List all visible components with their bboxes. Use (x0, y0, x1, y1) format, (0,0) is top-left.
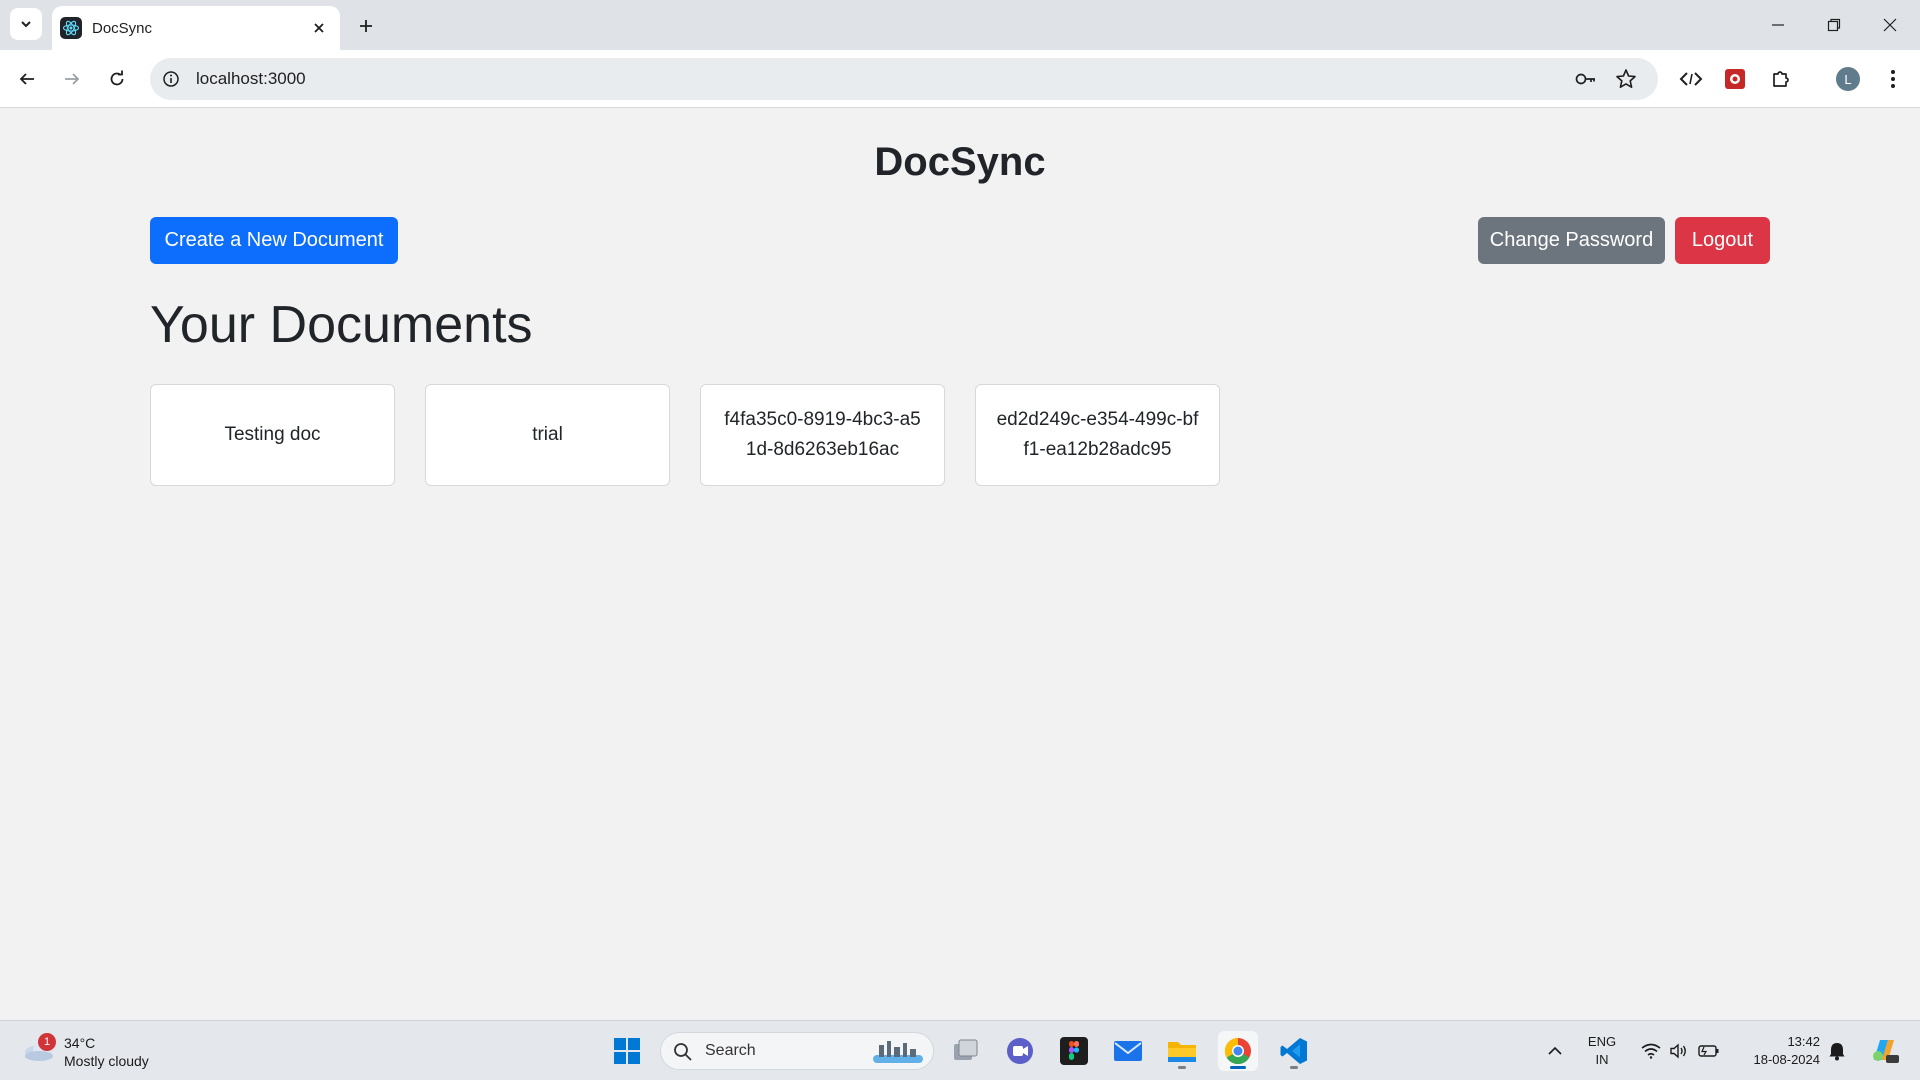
mail-button[interactable] (1108, 1031, 1148, 1071)
task-view-button[interactable] (946, 1031, 986, 1071)
chrome-icon (1224, 1037, 1251, 1065)
weather-badge: 1 (38, 1033, 56, 1051)
restore-icon (1827, 18, 1841, 32)
task-view-icon (954, 1039, 978, 1060)
url-text: localhost:3000 (196, 69, 306, 88)
restore-button[interactable] (1806, 0, 1862, 50)
profile-avatar[interactable]: L (1833, 64, 1863, 94)
logout-button[interactable]: Logout (1675, 217, 1770, 264)
figma-icon (1060, 1037, 1088, 1065)
chevron-down-icon (21, 21, 31, 28)
language-indicator[interactable]: ENG IN (1580, 1033, 1624, 1069)
browser-tab[interactable]: DocSync (52, 6, 340, 50)
documents-heading: Your Documents (150, 296, 533, 354)
chevron-up-icon (1548, 1046, 1562, 1055)
arrow-right-icon (65, 73, 80, 85)
arrow-left-icon (19, 73, 34, 85)
create-document-button[interactable]: Create a New Document (150, 217, 398, 264)
profile-initial: L (1836, 67, 1860, 91)
document-card[interactable]: ed2d249c-e354-499c-bff1-ea12b28adc95 (975, 384, 1220, 486)
weather-widget[interactable]: 1 34°C Mostly cloudy (20, 1029, 170, 1073)
bookmark-star-icon[interactable] (1614, 67, 1638, 91)
app-title: DocSync (874, 140, 1046, 184)
chrome-button[interactable] (1218, 1031, 1258, 1071)
close-tab-icon[interactable] (308, 17, 330, 39)
extension-app-icon[interactable] (1720, 64, 1750, 94)
document-grid: Testing doc trial f4fa35c0-8919-4bc3-a51… (150, 384, 1220, 486)
new-tab-button[interactable] (352, 12, 380, 40)
search-highlight-icon (873, 1041, 923, 1063)
clock-date: 18-08-2024 (1753, 1052, 1821, 1067)
teams-icon (1007, 1038, 1033, 1064)
kebab-menu-icon[interactable] (1878, 64, 1908, 94)
show-hidden-icons-button[interactable] (1540, 1021, 1570, 1080)
minimize-icon (1772, 24, 1784, 26)
search-icon (674, 1043, 692, 1061)
wifi-icon[interactable] (1636, 1021, 1666, 1080)
forward-button[interactable] (56, 63, 88, 95)
file-explorer-button[interactable] (1162, 1031, 1202, 1071)
running-indicator (1178, 1066, 1186, 1069)
weather-temp: 34°C (64, 1035, 96, 1051)
document-card[interactable]: Testing doc (150, 384, 395, 486)
tab-search-button[interactable] (10, 8, 42, 40)
clock-time: 13:42 (1787, 1034, 1820, 1049)
close-window-button[interactable] (1862, 0, 1918, 50)
taskbar-search[interactable]: Search (660, 1032, 934, 1070)
reload-icon (110, 70, 124, 86)
browser-tabstrip: DocSync (0, 0, 1920, 50)
running-indicator (1290, 1066, 1298, 1069)
file-explorer-icon (1168, 1042, 1196, 1062)
browser-toolbar: localhost:3000 L (0, 50, 1920, 108)
system-clock[interactable]: 13:42 18-08-2024 (1732, 1033, 1821, 1069)
address-bar[interactable]: localhost:3000 (150, 58, 1658, 100)
notifications-bell-icon[interactable] (1822, 1021, 1852, 1080)
minimize-button[interactable] (1750, 0, 1806, 50)
react-icon (60, 17, 82, 39)
volume-icon[interactable] (1664, 1021, 1694, 1080)
close-icon (1883, 18, 1897, 32)
site-info-icon[interactable] (160, 68, 182, 90)
battery-icon[interactable] (1694, 1021, 1724, 1080)
active-indicator (1230, 1066, 1246, 1069)
start-button[interactable] (607, 1031, 647, 1071)
windows-start-icon (614, 1038, 640, 1064)
teams-button[interactable] (1000, 1031, 1040, 1071)
key-icon[interactable] (1574, 67, 1598, 91)
document-card[interactable]: f4fa35c0-8919-4bc3-a51d-8d6263eb16ac (700, 384, 945, 486)
weather-desc: Mostly cloudy (64, 1053, 149, 1069)
search-label: Search (705, 1042, 756, 1059)
back-button[interactable] (11, 63, 43, 95)
reload-button[interactable] (101, 63, 133, 95)
region-code: IN (1595, 1052, 1609, 1067)
extensions-puzzle-icon[interactable] (1766, 64, 1796, 94)
taskbar: 1 34°C Mostly cloudy Search ENG IN 13:42… (0, 1020, 1920, 1080)
mail-icon (1114, 1041, 1142, 1061)
language-code: ENG (1587, 1034, 1617, 1049)
plus-icon (360, 20, 372, 32)
document-card[interactable]: trial (425, 384, 670, 486)
figma-button[interactable] (1054, 1031, 1094, 1071)
vscode-icon (1280, 1038, 1307, 1064)
vscode-button[interactable] (1274, 1031, 1314, 1071)
change-password-button[interactable]: Change Password (1478, 217, 1665, 264)
tab-title: DocSync (92, 19, 153, 37)
code-brackets-icon[interactable] (1676, 64, 1706, 94)
copilot-icon[interactable] (1864, 1021, 1904, 1080)
